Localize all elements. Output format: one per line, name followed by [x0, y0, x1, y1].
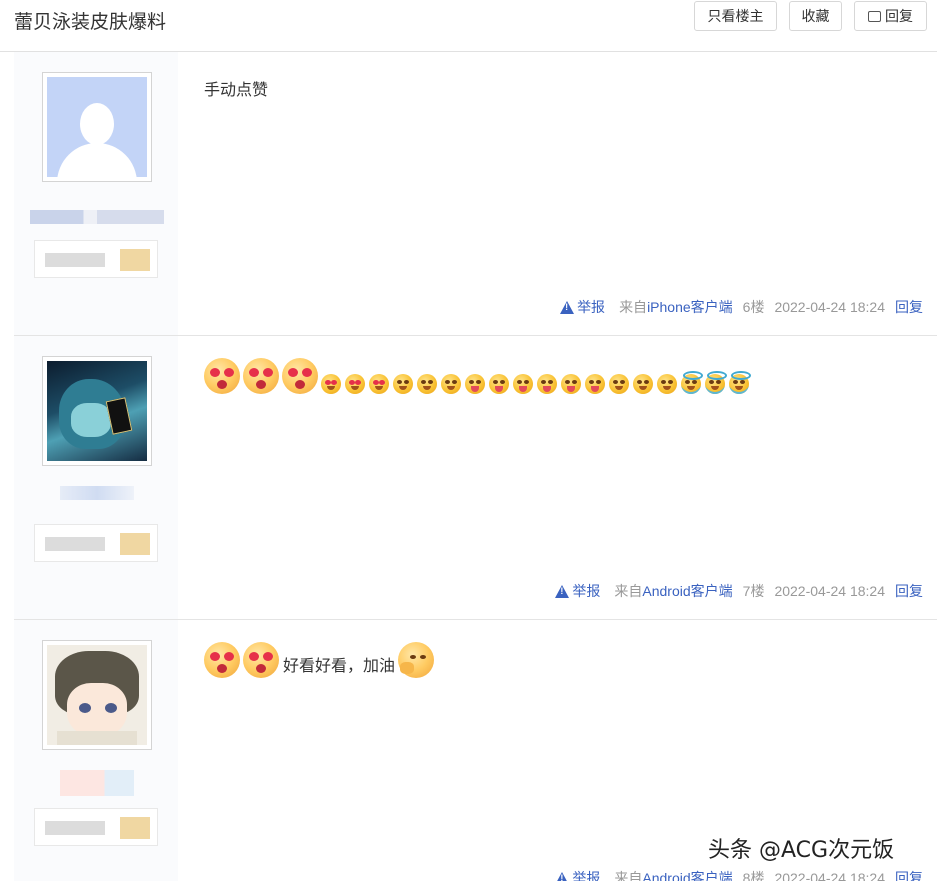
post-meta: 举报 来自Android客户端 8楼 2022-04-24 18:24 回复 [555, 868, 923, 881]
report-label: 举报 [577, 299, 606, 315]
post-time: 2022-04-24 18:24 [774, 583, 885, 599]
warning-icon [560, 300, 575, 314]
username-pixelated[interactable] [60, 770, 134, 796]
post-floor-7: 举报 来自Android客户端 7楼 2022-04-24 18:24 回复 [14, 336, 937, 620]
post-time: 2022-04-24 18:24 [774, 299, 885, 315]
avatar[interactable] [42, 640, 152, 750]
reply-button[interactable]: 回复 [854, 1, 927, 31]
avatar[interactable] [42, 72, 152, 182]
client-link[interactable]: Android客户端 [642, 870, 732, 881]
post-reply-link[interactable]: 回复 [895, 581, 923, 601]
heart-eyes-icon [321, 374, 341, 394]
report-link[interactable]: 举报 [555, 868, 600, 881]
report-link[interactable]: 举报 [555, 581, 600, 601]
post-text: 好看好看，加油 [283, 658, 396, 675]
thread-header: 蕾贝泳装皮肤爆料 只看楼主 收藏 回复 [0, 0, 937, 52]
floor-number: 6楼 [742, 299, 765, 315]
smile-icon [393, 374, 413, 394]
author-sidebar [14, 336, 178, 619]
report-label: 举报 [572, 583, 601, 599]
level-badge-pixelated [34, 524, 158, 562]
author-sidebar [14, 620, 178, 881]
tongue-out-icon [561, 374, 581, 394]
post-floor-6: 手动点赞 举报 来自iPhone客户端 6楼 2022-04-24 18:24 … [14, 52, 937, 336]
level-badge-pixelated [34, 240, 158, 278]
post-list: 手动点赞 举报 来自iPhone客户端 6楼 2022-04-24 18:24 … [14, 52, 937, 881]
heart-eyes-kiss-icon [243, 642, 279, 678]
username-pixelated[interactable] [60, 486, 134, 500]
angel-icon [681, 371, 703, 394]
report-link[interactable]: 举报 [560, 297, 605, 317]
angel-icon [729, 371, 751, 394]
angel-icon [705, 371, 727, 394]
hug-icon [609, 374, 629, 394]
reply-button-label: 回复 [885, 8, 913, 24]
heart-eyes-kiss-icon [204, 642, 240, 678]
hug-icon [657, 374, 677, 394]
post-time: 2022-04-24 18:24 [774, 870, 885, 881]
only-op-button[interactable]: 只看楼主 [694, 1, 777, 31]
source-prefix: 来自 [614, 870, 643, 881]
yum-icon [465, 374, 485, 394]
username-pixelated[interactable] [30, 210, 164, 224]
smile-icon [417, 374, 437, 394]
comment-icon [868, 11, 881, 22]
hug-icon [633, 374, 653, 394]
heart-eyes-icon [345, 374, 365, 394]
post-reply-link[interactable]: 回复 [895, 297, 923, 317]
level-badge-pixelated [34, 808, 158, 846]
tongue-out-icon [585, 374, 605, 394]
warning-icon [555, 584, 570, 598]
avatar[interactable] [42, 356, 152, 466]
post-text: 手动点赞 [204, 82, 269, 99]
source-client: 来自iPhone客户端 [619, 297, 733, 317]
yum-icon [513, 374, 533, 394]
heart-eyes-kiss-icon [282, 358, 318, 394]
warning-icon [555, 871, 570, 881]
source-prefix: 来自 [614, 583, 643, 599]
client-link[interactable]: iPhone客户端 [647, 299, 733, 315]
thread-title: 蕾贝泳装皮肤爆料 [14, 12, 167, 33]
heart-eyes-kiss-icon [243, 358, 279, 394]
thinking-face-icon [398, 642, 435, 678]
heart-eyes-kiss-icon [204, 358, 240, 394]
floor-number: 8楼 [742, 870, 765, 881]
post-meta: 举报 来自Android客户端 7楼 2022-04-24 18:24 回复 [555, 581, 923, 601]
source-prefix: 来自 [619, 299, 648, 315]
emoji-row: 好看好看，加油 [204, 642, 435, 678]
anime-avatar-icon [47, 361, 147, 461]
client-link[interactable]: Android客户端 [642, 583, 732, 599]
favorite-button[interactable]: 收藏 [789, 1, 842, 31]
floor-number: 7楼 [742, 583, 765, 599]
tongue-out-icon [537, 374, 557, 394]
source-client: 来自Android客户端 [614, 868, 732, 881]
smile-icon [441, 374, 461, 394]
watermark: 头条 @ACG次元饭 [708, 838, 895, 863]
anime-avatar-icon [47, 645, 147, 745]
default-avatar-icon [47, 77, 147, 177]
source-client: 来自Android客户端 [614, 581, 732, 601]
emoji-row [204, 358, 753, 394]
post-reply-link[interactable]: 回复 [895, 868, 923, 881]
author-sidebar [14, 52, 178, 335]
yum-icon [489, 374, 509, 394]
post-meta: 举报 来自iPhone客户端 6楼 2022-04-24 18:24 回复 [560, 297, 923, 317]
heart-eyes-icon [369, 374, 389, 394]
report-label: 举报 [572, 870, 601, 881]
